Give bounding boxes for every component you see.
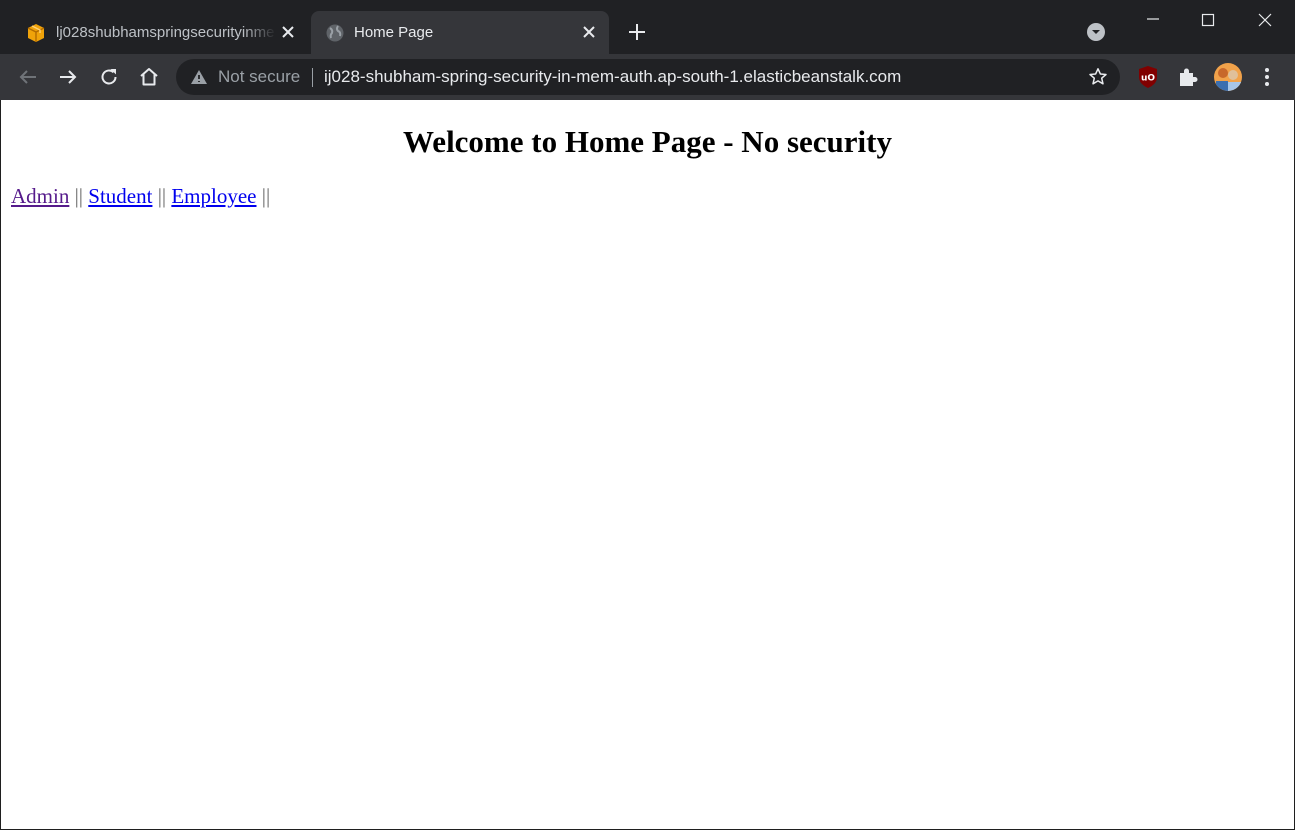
url-text[interactable]: ij028-shubham-spring-security-in-mem-aut… (324, 67, 901, 87)
tab-title: lj028shubhamspringsecurityinmemauth (56, 24, 276, 41)
aws-box-icon (27, 24, 45, 42)
student-link[interactable]: Student (88, 184, 152, 208)
bookmark-star-icon[interactable] (1088, 67, 1108, 87)
minimize-icon[interactable] (1139, 6, 1167, 34)
more-menu-icon[interactable] (1254, 64, 1280, 90)
address-separator (312, 68, 313, 87)
nav-links: Admin || Student || Employee || (11, 184, 270, 209)
home-icon[interactable] (137, 65, 161, 89)
profile-avatar[interactable] (1213, 62, 1243, 92)
security-label[interactable]: Not secure (218, 67, 300, 87)
browser-toolbar: Not secure ij028-shubham-spring-security… (0, 54, 1295, 100)
svg-text:uO: uO (1141, 74, 1155, 84)
extensions-puzzle-icon[interactable] (1175, 64, 1201, 90)
address-bar[interactable]: Not secure ij028-shubham-spring-security… (176, 59, 1120, 95)
tab-title: Home Page (354, 24, 434, 41)
back-arrow-icon[interactable] (16, 65, 40, 89)
close-tab-icon[interactable] (280, 24, 296, 40)
tab-search-icon[interactable] (1085, 21, 1107, 43)
forward-arrow-icon[interactable] (56, 65, 80, 89)
link-separator: || (74, 184, 84, 208)
tab-strip: lj028shubhamspringsecurityinmemauth Home… (0, 0, 1295, 54)
globe-icon (326, 24, 344, 42)
tab-home-page[interactable]: Home Page (311, 11, 609, 54)
tab-aws-console[interactable]: lj028shubhamspringsecurityinmemauth (10, 11, 308, 54)
warning-triangle-icon[interactable] (190, 69, 208, 85)
close-tab-icon[interactable] (581, 24, 597, 40)
admin-link[interactable]: Admin (11, 184, 69, 208)
maximize-icon[interactable] (1194, 6, 1222, 34)
page-viewport: Welcome to Home Page - No security Admin… (0, 100, 1295, 830)
employee-link[interactable]: Employee (171, 184, 256, 208)
link-separator: || (261, 184, 271, 208)
link-separator: || (157, 184, 167, 208)
page-heading: Welcome to Home Page - No security (403, 124, 892, 159)
new-tab-plus-icon[interactable] (625, 20, 649, 44)
close-window-icon[interactable] (1251, 6, 1279, 34)
ublock-origin-icon[interactable]: uO (1135, 64, 1161, 90)
reload-icon[interactable] (97, 65, 121, 89)
